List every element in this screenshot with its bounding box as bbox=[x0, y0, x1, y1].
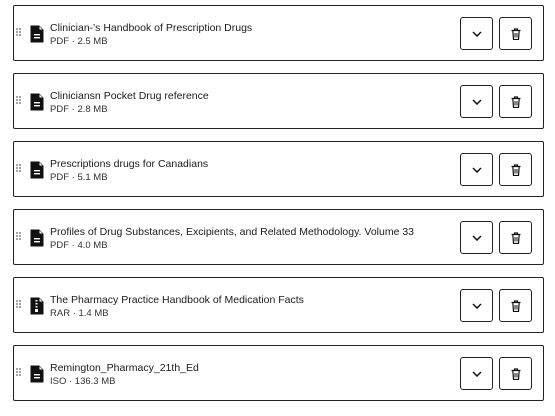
trash-icon bbox=[511, 27, 520, 40]
trash-icon bbox=[511, 231, 520, 244]
drag-handle-icon[interactable] bbox=[16, 232, 21, 242]
drag-handle-icon[interactable] bbox=[16, 96, 21, 106]
chevron-down-icon bbox=[471, 234, 482, 241]
file-meta: PDF · 2.8 MB bbox=[50, 104, 108, 115]
file-meta: PDF · 4.0 MB bbox=[50, 240, 108, 251]
file-title: The Pharmacy Practice Handbook of Medica… bbox=[50, 294, 304, 306]
chevron-down-icon bbox=[471, 302, 482, 309]
document-icon bbox=[30, 93, 44, 111]
delete-button[interactable] bbox=[499, 221, 532, 254]
trash-icon bbox=[511, 367, 520, 380]
file-title: Clinician-'s Handbook of Prescription Dr… bbox=[50, 22, 253, 34]
file-list: Clinician-'s Handbook of Prescription Dr… bbox=[0, 0, 555, 416]
drag-handle-icon[interactable] bbox=[16, 164, 21, 174]
file-row: Clinician-'s Handbook of Prescription Dr… bbox=[13, 5, 544, 61]
file-row: Prescriptions drugs for Canadians PDF · … bbox=[13, 141, 544, 197]
file-row: Profiles of Drug Substances, Excipients,… bbox=[13, 209, 544, 265]
file-title: Remington_Pharmacy_21th_Ed bbox=[50, 362, 199, 374]
trash-icon bbox=[511, 299, 520, 312]
trash-icon bbox=[511, 95, 520, 108]
chevron-down-icon bbox=[471, 30, 482, 37]
file-row: The Pharmacy Practice Handbook of Medica… bbox=[13, 277, 544, 333]
chevron-down-icon bbox=[471, 98, 482, 105]
drag-handle-icon[interactable] bbox=[16, 28, 21, 38]
archive-icon bbox=[30, 297, 44, 315]
file-row: Remington_Pharmacy_21th_Ed ISO · 136.3 M… bbox=[13, 345, 544, 401]
drag-handle-icon[interactable] bbox=[16, 300, 21, 310]
delete-button[interactable] bbox=[499, 17, 532, 50]
expand-button[interactable] bbox=[460, 357, 493, 390]
document-icon bbox=[30, 161, 44, 179]
delete-button[interactable] bbox=[499, 153, 532, 186]
drag-handle-icon[interactable] bbox=[16, 368, 21, 378]
file-meta: PDF · 5.1 MB bbox=[50, 172, 108, 183]
delete-button[interactable] bbox=[499, 289, 532, 322]
file-title: Prescriptions drugs for Canadians bbox=[50, 158, 209, 170]
document-icon bbox=[30, 229, 44, 247]
file-title: Profiles of Drug Substances, Excipients,… bbox=[50, 226, 415, 238]
file-meta: RAR · 1.4 MB bbox=[50, 308, 109, 319]
file-meta: ISO · 136.3 MB bbox=[50, 376, 116, 387]
file-title: Cliniciansn Pocket Drug reference bbox=[50, 90, 209, 102]
expand-button[interactable] bbox=[460, 289, 493, 322]
expand-button[interactable] bbox=[460, 153, 493, 186]
file-meta: PDF · 2.5 MB bbox=[50, 36, 108, 47]
expand-button[interactable] bbox=[460, 85, 493, 118]
expand-button[interactable] bbox=[460, 221, 493, 254]
delete-button[interactable] bbox=[499, 85, 532, 118]
document-icon bbox=[30, 365, 44, 383]
trash-icon bbox=[511, 163, 520, 176]
file-row: Cliniciansn Pocket Drug reference PDF · … bbox=[13, 73, 544, 129]
expand-button[interactable] bbox=[460, 17, 493, 50]
document-icon bbox=[30, 25, 44, 43]
chevron-down-icon bbox=[471, 370, 482, 377]
chevron-down-icon bbox=[471, 166, 482, 173]
delete-button[interactable] bbox=[499, 357, 532, 390]
